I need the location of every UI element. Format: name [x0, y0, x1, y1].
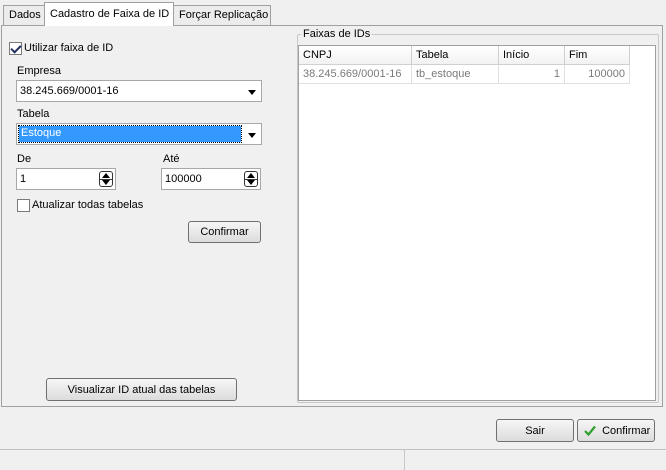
column-header-fim[interactable]: Fim [565, 46, 630, 65]
column-header-inicio[interactable]: Início [499, 46, 565, 65]
column-header-label: CNPJ [303, 49, 332, 61]
exit-label: Sair [525, 425, 545, 437]
id-ranges-grid[interactable]: CNPJ Tabela Início Fim 38.245.669/0001-1… [298, 45, 656, 401]
id-ranges-title: Faixas de IDs [301, 28, 373, 40]
view-current-ids-button[interactable]: Visualizar ID atual das tabelas [46, 378, 237, 401]
column-header-cnpj[interactable]: CNPJ [299, 46, 412, 65]
spin-arrows-icon[interactable] [244, 171, 258, 187]
empresa-label: Empresa [17, 65, 62, 77]
de-label: De [17, 153, 32, 165]
column-header-tabela[interactable]: Tabela [412, 46, 499, 65]
view-current-ids-label: Visualizar ID atual das tabelas [67, 384, 216, 396]
checkmark-icon [584, 425, 596, 439]
chevron-down-icon [248, 90, 256, 95]
column-header-label: Início [503, 49, 530, 61]
cell-inicio: 1 [499, 65, 565, 84]
ate-spin-input[interactable]: 100000 [161, 168, 261, 190]
cell-tabela: tb_estoque [412, 65, 499, 84]
spin-arrows-icon[interactable] [99, 171, 113, 187]
chevron-down-icon [248, 133, 256, 138]
update-all-label: Atualizar todas tabelas [32, 199, 144, 211]
use-range-checkbox[interactable] [9, 42, 22, 55]
confirm-range-button[interactable]: Confirmar [188, 221, 261, 243]
confirm-range-label: Confirmar [200, 226, 249, 238]
column-header-label: Fim [569, 49, 588, 61]
de-spin-input[interactable]: 1 [16, 168, 116, 190]
cell-fim: 100000 [565, 65, 630, 84]
tabela-value: Estoque [18, 125, 242, 143]
tabela-select[interactable]: Estoque [16, 123, 262, 145]
column-header-label: Tabela [416, 49, 449, 61]
status-bar [0, 449, 666, 470]
exit-button[interactable]: Sair [496, 419, 574, 442]
de-value: 1 [20, 173, 27, 185]
ate-label: Até [163, 153, 180, 165]
empresa-value: 38.245.669/0001-16 [20, 85, 119, 97]
tabela-label: Tabela [17, 108, 50, 120]
update-all-checkbox[interactable] [17, 199, 30, 212]
confirm-button[interactable]: Confirmar [577, 419, 655, 442]
status-divider [404, 450, 405, 470]
confirm-label: Confirmar [602, 425, 651, 437]
cell-cnpj: 38.245.669/0001-16 [299, 65, 412, 84]
ate-value: 100000 [165, 173, 202, 185]
use-range-label: Utilizar faixa de ID [24, 42, 114, 54]
empresa-select[interactable]: 38.245.669/0001-16 [16, 80, 262, 102]
